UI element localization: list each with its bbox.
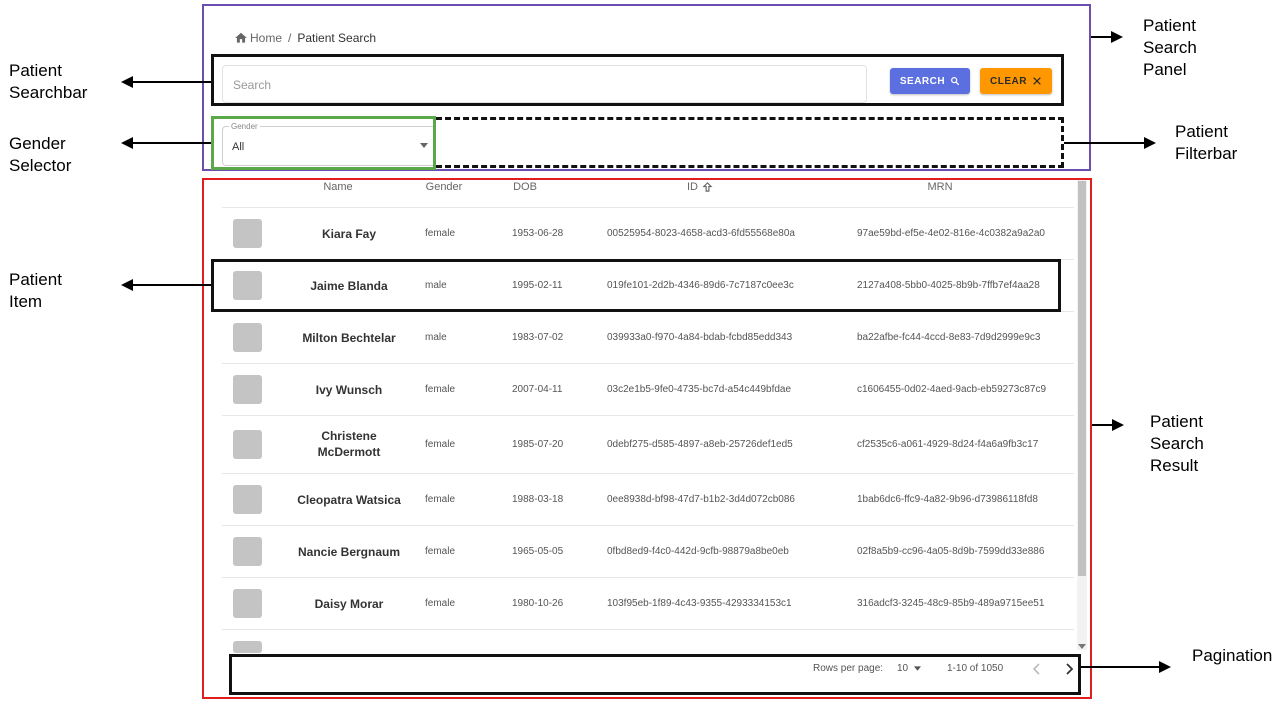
- annotation-arrow: [1092, 424, 1112, 426]
- annotation-patient-item: Patient Item: [9, 270, 62, 311]
- column-header-id[interactable]: ID: [640, 181, 760, 193]
- row-divider: [222, 473, 1074, 474]
- breadcrumb-current: Patient Search: [297, 31, 377, 45]
- row-mrn: 97ae59bd-ef5e-4e02-816e-4c0382a9a2a0: [857, 228, 1045, 239]
- row-dob: 2007-04-11: [512, 384, 563, 395]
- row-mrn: c1606455-0d02-4aed-9acb-eb59273c87c9: [857, 384, 1047, 395]
- breadcrumb: Home / Patient Search: [234, 31, 376, 45]
- avatar: [233, 589, 262, 618]
- filterbar-outline: [436, 117, 1064, 168]
- annotation-arrow: [1064, 142, 1144, 144]
- row-dob: 1985-07-20: [512, 439, 564, 450]
- annotation-arrow: [133, 81, 211, 83]
- row-divider: [222, 629, 1074, 630]
- avatar: [233, 430, 262, 459]
- arrow-right-icon: [1112, 419, 1124, 431]
- row-id: 00525954-8023-4658-acd3-6fd55568e80a: [607, 228, 795, 239]
- row-name: Christene McDermott: [317, 429, 381, 459]
- row-dob: 1988-03-18: [512, 494, 564, 505]
- pagination-outline: [229, 654, 1081, 695]
- row-divider: [222, 415, 1074, 416]
- avatar: [233, 641, 262, 653]
- arrow-right-icon: [1159, 661, 1171, 673]
- searchbar-outline: [211, 54, 1064, 106]
- avatar: [233, 485, 262, 514]
- row-mrn: 1bab6dc6-ffc9-4a82-9b96-d73986118fd8: [857, 494, 1038, 505]
- row-dob: 1983-07-02: [512, 332, 564, 343]
- annotation-patient-search-result: Patient Search Result: [1150, 412, 1204, 475]
- scroll-down-icon[interactable]: [1078, 644, 1086, 650]
- row-name: Milton Bechtelar: [302, 331, 396, 345]
- annotation-patient-search-panel: Patient Search Panel: [1143, 16, 1197, 79]
- arrow-right-icon: [1144, 137, 1156, 149]
- row-name: Daisy Morar: [314, 597, 384, 611]
- arrow-left-icon: [121, 76, 133, 88]
- row-id: 0debf275-d585-4897-a8eb-25726def1ed5: [607, 439, 793, 450]
- row-divider: [222, 525, 1074, 526]
- row-gender: female: [425, 546, 456, 557]
- column-header-id-label: ID: [687, 181, 698, 193]
- row-divider: [222, 207, 1074, 208]
- row-id: 0fbd8ed9-f4c0-442d-9cfb-98879a8be0eb: [607, 546, 789, 557]
- row-mrn: 02f8a5b9-cc96-4a05-8d9b-7599dd33e886: [857, 546, 1045, 557]
- row-mrn: 316adcf3-3245-48c9-85b9-489a9715ee51: [857, 598, 1045, 609]
- column-header-gender[interactable]: Gender: [414, 181, 474, 193]
- annotation-pagination: Pagination: [1192, 646, 1273, 665]
- row-gender: female: [425, 598, 456, 609]
- row-gender: female: [425, 384, 456, 395]
- patient-item-outline: [211, 259, 1061, 312]
- scrollbar-thumb[interactable]: [1078, 181, 1086, 576]
- row-mrn: ba22afbe-fc44-4ccd-8e83-7d9d2999e9c3: [857, 332, 1041, 343]
- row-name: Nancie Bergnaum: [297, 545, 401, 559]
- avatar: [233, 323, 262, 352]
- row-id: 03c2e1b5-9fe0-4735-bc7d-a54c449bfdae: [607, 384, 792, 395]
- column-header-name[interactable]: Name: [298, 181, 378, 193]
- row-gender: female: [425, 439, 456, 450]
- gender-selector-outline: [211, 116, 436, 170]
- breadcrumb-home[interactable]: Home: [250, 31, 282, 45]
- row-name: Kiara Fay: [321, 227, 377, 241]
- annotation-arrow: [1091, 36, 1111, 38]
- avatar: [233, 219, 262, 248]
- row-id: 103f95eb-1f89-4c43-9355-4293334153c1: [607, 598, 792, 609]
- arrow-up-icon: [702, 182, 713, 192]
- row-divider: [222, 363, 1074, 364]
- annotation-gender-selector: Gender Selector: [9, 134, 72, 175]
- column-header-dob[interactable]: DOB: [500, 181, 550, 193]
- row-id: 039933a0-f970-4a84-bdab-fcbd85edd343: [607, 332, 793, 343]
- annotation-arrow: [1081, 666, 1159, 668]
- annotation-patient-filterbar: Patient Filterbar: [1175, 122, 1238, 163]
- row-name: Cleopatra Watsica: [297, 493, 401, 507]
- breadcrumb-separator: /: [288, 31, 292, 45]
- avatar: [233, 375, 262, 404]
- row-gender: female: [425, 494, 456, 505]
- arrow-right-icon: [1111, 31, 1123, 43]
- annotation-arrow: [133, 142, 211, 144]
- arrow-left-icon: [121, 137, 133, 149]
- arrow-left-icon: [121, 279, 133, 291]
- row-dob: 1980-10-26: [512, 598, 564, 609]
- row-mrn: cf2535c6-a061-4929-8d24-f4a6a9fb3c17: [857, 439, 1039, 450]
- column-header-mrn[interactable]: MRN: [900, 181, 980, 193]
- avatar: [233, 537, 262, 566]
- row-dob: 1953-06-28: [512, 228, 564, 239]
- home-icon[interactable]: [234, 31, 248, 45]
- row-gender: female: [425, 228, 456, 239]
- annotation-patient-searchbar: Patient Searchbar: [9, 61, 88, 102]
- row-id: 0ee8938d-bf98-47d7-b1b2-3d4d072cb086: [607, 494, 795, 505]
- row-name: Ivy Wunsch: [315, 383, 383, 397]
- row-divider: [222, 577, 1074, 578]
- row-dob: 1965-05-05: [512, 546, 564, 557]
- annotation-arrow: [133, 284, 211, 286]
- row-gender: male: [425, 332, 447, 343]
